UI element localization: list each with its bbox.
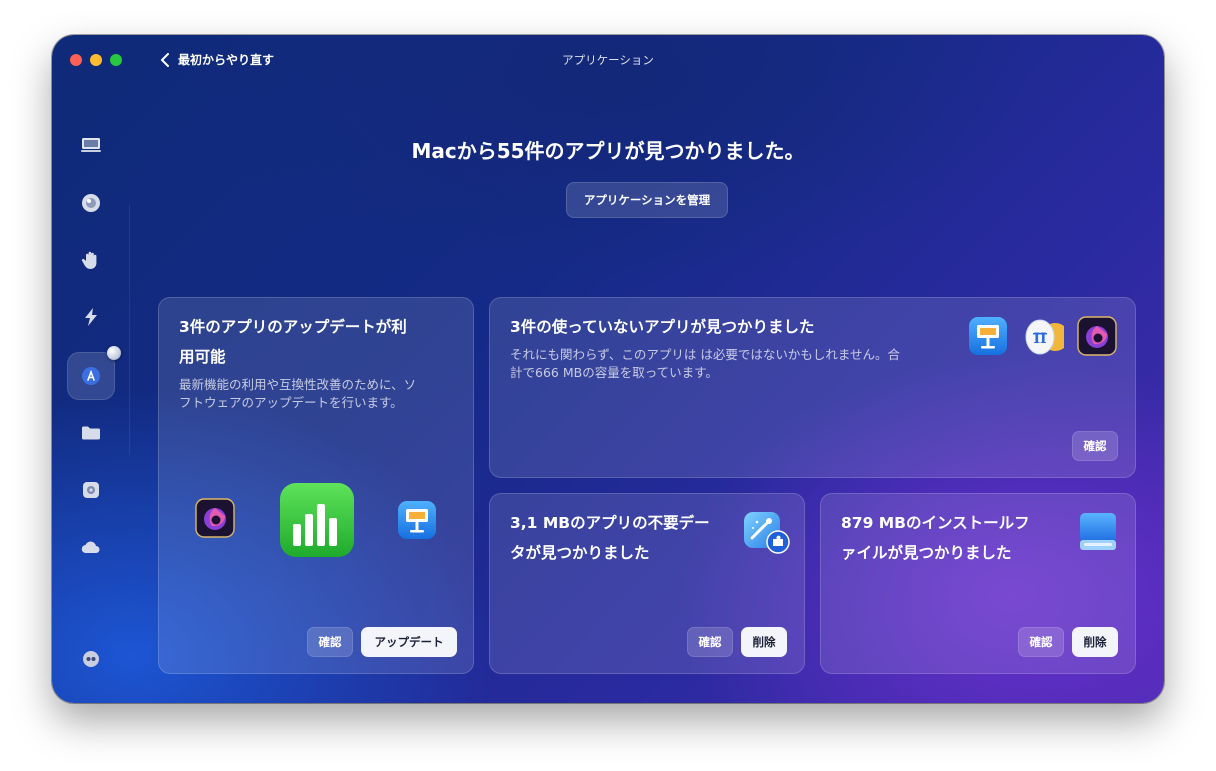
keynote-app-icon — [397, 500, 437, 540]
installation-drive-icon — [1077, 510, 1119, 554]
gemini-app-icon: II — [1020, 314, 1064, 358]
assistant-icon — [83, 651, 99, 667]
sidebar-item-performance[interactable] — [74, 300, 108, 334]
nova-purple-app-icon — [1077, 316, 1117, 356]
app-leftovers-puzzle-icon — [742, 510, 790, 556]
app-leftovers-card: 3,1 MBのアプリの不要デー タが見つかりました 確認 削除 — [489, 493, 805, 674]
page-headline: Macから55件のアプリが見つかりました。 — [411, 139, 805, 163]
installers-review-button[interactable]: 確認 — [1018, 627, 1064, 657]
installation-files-card: 879 MBのインストールフ ァイルが見つかりました 確認 削除 — [820, 493, 1136, 674]
nova-purple-app-icon — [195, 498, 235, 538]
app-window: 最初からやり直す アプリケーション Macから55件のアプリが見つかりました。 … — [52, 35, 1164, 703]
privacy-hand-icon — [81, 251, 97, 269]
unused-apps-card-desc-line1: それにも関わらず、このアプリは は必要ではないかもしれません。合 — [510, 347, 900, 362]
window-title: アプリケーション — [562, 53, 654, 67]
sidebar-item-applications[interactable] — [67, 346, 121, 400]
unused-apps-card: 3件の使っていないアプリが見つかりました それにも関わらず、このアプリは は必要… — [489, 297, 1136, 478]
app-leftovers-card-title-line1: 3,1 MBのアプリの不要デー — [510, 514, 710, 532]
update-button[interactable]: アップデート — [361, 627, 457, 657]
sidebar-item-protection[interactable] — [74, 186, 108, 220]
cloud-icon — [81, 541, 100, 554]
system-junk-icon — [83, 482, 99, 498]
updates-card-title-line1: 3件のアプリのアップデートが利 — [179, 318, 407, 336]
sidebar-item-cloud[interactable] — [74, 530, 108, 564]
my-clutter-folder-icon — [82, 426, 100, 440]
updates-card-desc-line1: 最新機能の利用や互換性改善のために、ソ — [179, 377, 417, 392]
applications-icon — [82, 367, 100, 385]
app-leftovers-card-title-line2: タが見つかりました — [510, 544, 650, 562]
sidebar-item-assistant[interactable] — [74, 642, 108, 676]
numbers-app-icon — [279, 482, 355, 558]
installers-remove-button[interactable]: 削除 — [1072, 627, 1118, 657]
sidebar-item-my-clutter[interactable] — [74, 416, 108, 450]
performance-bolt-icon — [85, 308, 97, 326]
unused-apps-review-button[interactable]: 確認 — [1072, 431, 1118, 461]
sidebar-item-system-junk[interactable] — [74, 473, 108, 507]
unused-apps-card-desc-line2: 計で666 MBの容量を取っています。 — [510, 365, 718, 380]
protection-icon — [82, 194, 100, 212]
updates-review-button[interactable]: 確認 — [307, 627, 353, 657]
installation-files-card-title-line2: ァイルが見つかりました — [841, 544, 1012, 562]
updates-card-desc-line2: フトウェアのアップデートを行います。 — [179, 395, 403, 410]
installation-files-card-title-line1: 879 MBのインストールフ — [841, 514, 1030, 532]
sidebar-divider — [129, 205, 130, 455]
leftovers-review-button[interactable]: 確認 — [687, 627, 733, 657]
active-indicator-dot — [107, 346, 121, 360]
sidebar-item-privacy[interactable] — [74, 243, 108, 277]
manage-applications-button[interactable]: アプリケーションを管理 — [566, 182, 728, 218]
updates-card-title-line2: 用可能 — [179, 348, 226, 366]
keynote-app-icon — [968, 316, 1008, 356]
unused-apps-card-title: 3件の使っていないアプリが見つかりました — [510, 318, 815, 336]
updates-card: 3件のアプリのアップデートが利 用可能 最新機能の利用や互換性改善のために、ソ … — [158, 297, 474, 674]
leftovers-remove-button[interactable]: 削除 — [741, 627, 787, 657]
